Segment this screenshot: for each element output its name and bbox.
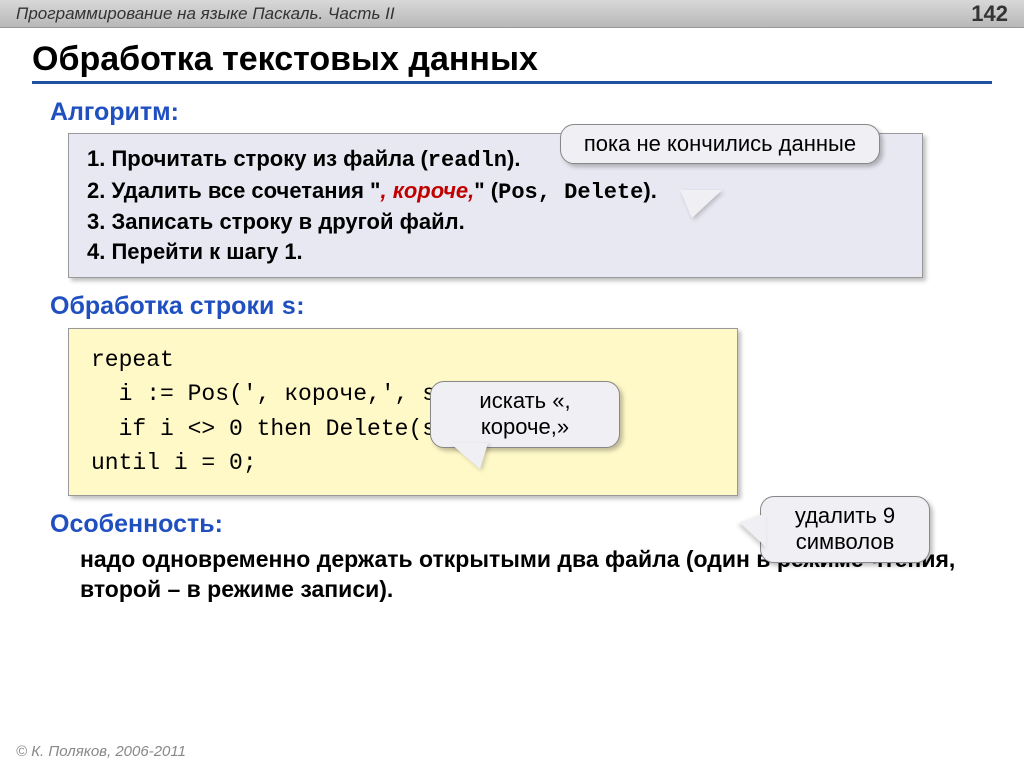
algo-step-3: 3. Записать строку в другой файл.: [87, 207, 904, 237]
callout-tail: [680, 190, 722, 218]
callout-delete-9: удалить 9 символов: [760, 496, 930, 563]
callout-search-phrase: искать «, короче,»: [430, 381, 620, 448]
mono: Delete: [564, 180, 643, 205]
algo-step-2: 2. Удалить все сочетания ", короче," (Po…: [87, 176, 904, 208]
text: ).: [507, 146, 520, 171]
text: Обработка строки: [50, 292, 281, 320]
algo-step-4: 4. Перейти к шагу 1.: [87, 237, 904, 267]
content: пока не кончились данные Алгоритм: 1. Пр…: [0, 98, 1024, 605]
mono: Pos: [498, 180, 538, 205]
text: ,: [538, 180, 564, 205]
mono: readln: [428, 148, 507, 173]
page-number: 142: [971, 1, 1008, 27]
red-phrase: , короче,: [380, 178, 474, 203]
page-title: Обработка текстовых данных: [32, 40, 992, 84]
callout-tail: [740, 513, 766, 547]
code-box: repeat i := Pos(', короче,', s); if i <>…: [68, 328, 738, 496]
header-bar: Программирование на языке Паскаль. Часть…: [0, 0, 1024, 28]
text: 2. Удалить все сочетания ": [87, 178, 380, 203]
text: 1. Прочитать строку из файла (: [87, 146, 428, 171]
callout-data-not-ended: пока не кончились данные: [560, 124, 880, 164]
text: :: [296, 292, 304, 320]
var-s: s: [281, 293, 296, 322]
callout-tail: [450, 443, 488, 469]
processing-heading: Обработка строки s:: [50, 292, 974, 322]
algorithm-heading: Алгоритм:: [50, 98, 974, 127]
text: ).: [643, 178, 656, 203]
text: 4. Перейти к шагу 1.: [87, 239, 303, 264]
header-left: Программирование на языке Паскаль. Часть…: [16, 4, 395, 24]
text: 3. Записать строку в другой файл.: [87, 209, 465, 234]
footer-copyright: © К. Поляков, 2006-2011: [16, 743, 186, 760]
text: " (: [474, 178, 498, 203]
